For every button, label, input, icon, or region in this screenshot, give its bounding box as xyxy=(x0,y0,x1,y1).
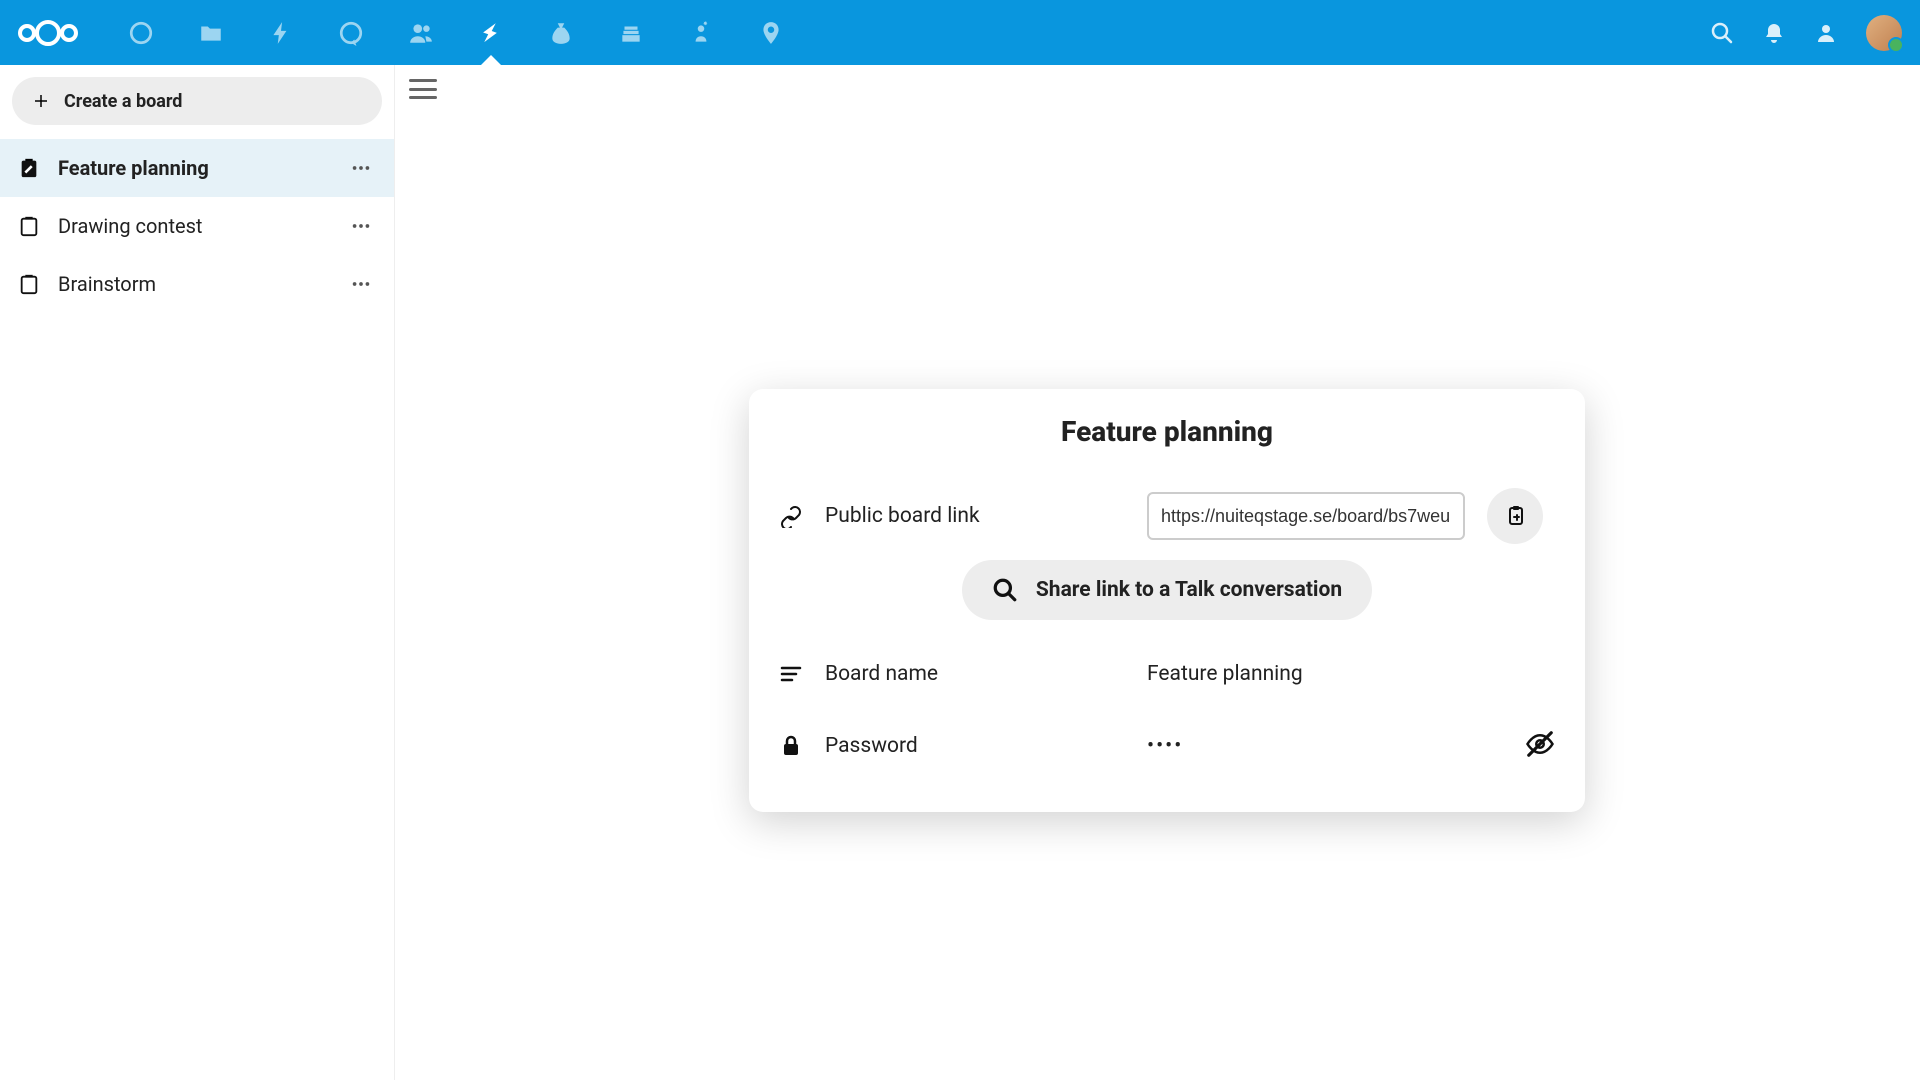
sidebar-board-feature-planning[interactable]: Feature planning xyxy=(0,139,394,197)
board-label: Drawing contest xyxy=(58,214,202,238)
circle-icon xyxy=(128,20,154,46)
public-link-row: Public board link xyxy=(779,486,1555,546)
nav-stack[interactable] xyxy=(596,0,666,65)
nav-maps[interactable] xyxy=(736,0,806,65)
header-right xyxy=(1710,15,1902,51)
share-to-talk-label: Share link to a Talk conversation xyxy=(1036,578,1342,602)
more-icon[interactable] xyxy=(350,157,372,179)
board-settings-dialog: Feature planning Public board link Share… xyxy=(749,389,1585,812)
toggle-password-visibility-button[interactable] xyxy=(1525,729,1555,763)
lock-icon xyxy=(779,734,803,758)
more-icon[interactable] xyxy=(350,273,372,295)
pin-icon xyxy=(758,20,784,46)
nav-finance[interactable] xyxy=(526,0,596,65)
bell-icon[interactable] xyxy=(1762,21,1786,45)
board-label: Feature planning xyxy=(58,156,209,180)
sidebar-board-drawing-contest[interactable]: Drawing contest xyxy=(0,197,394,255)
nav-files[interactable] xyxy=(176,0,246,65)
clipboard-icon xyxy=(18,215,40,237)
eye-off-icon xyxy=(1525,729,1555,759)
public-link-label: Public board link xyxy=(825,504,1125,528)
clipboard-copy-icon xyxy=(1503,504,1527,528)
star-person-icon xyxy=(688,20,714,46)
nav-federation[interactable] xyxy=(666,0,736,65)
clipboard-icon xyxy=(18,273,40,295)
password-value[interactable]: •••• xyxy=(1147,734,1503,758)
folder-icon xyxy=(198,20,224,46)
text-icon xyxy=(779,662,803,686)
search-icon[interactable] xyxy=(1710,21,1734,45)
create-board-button[interactable]: Create a board xyxy=(12,77,382,125)
nextcloud-logo[interactable] xyxy=(18,20,78,46)
app-header xyxy=(0,0,1920,65)
toggle-sidebar-button[interactable] xyxy=(409,79,437,99)
create-board-label: Create a board xyxy=(64,91,182,112)
dialog-title: Feature planning xyxy=(779,415,1555,448)
board-label: Brainstorm xyxy=(58,272,156,296)
nav-dashboard[interactable] xyxy=(106,0,176,65)
moneybag-icon xyxy=(548,20,574,46)
app-nav xyxy=(106,0,806,65)
board-name-label: Board name xyxy=(825,662,1125,686)
copy-link-button[interactable] xyxy=(1487,488,1543,544)
sidebar: Create a board Feature planning Drawing … xyxy=(0,65,395,1080)
password-label: Password xyxy=(825,734,1125,758)
more-icon[interactable] xyxy=(350,215,372,237)
nav-activity[interactable] xyxy=(246,0,316,65)
link-icon xyxy=(779,504,803,528)
share-to-talk-button[interactable]: Share link to a Talk conversation xyxy=(962,560,1372,620)
board-name-row: Board name Feature planning xyxy=(779,644,1555,704)
plus-icon xyxy=(32,92,50,110)
talk-search-icon xyxy=(992,577,1018,603)
nav-deck[interactable] xyxy=(456,0,526,65)
user-avatar[interactable] xyxy=(1866,15,1902,51)
main-area: Feature planning Public board link Share… xyxy=(395,65,1920,1080)
stack-icon xyxy=(618,20,644,46)
sidebar-board-brainstorm[interactable]: Brainstorm xyxy=(0,255,394,313)
contacts-icon[interactable] xyxy=(1814,21,1838,45)
board-name-value[interactable]: Feature planning xyxy=(1147,662,1555,686)
clipboard-icon xyxy=(18,157,40,179)
people-icon xyxy=(408,20,434,46)
deck-icon xyxy=(478,20,504,46)
nav-talk[interactable] xyxy=(316,0,386,65)
talk-icon xyxy=(338,20,364,46)
bolt-icon xyxy=(268,20,294,46)
password-row: Password •••• xyxy=(779,716,1555,776)
public-link-input[interactable] xyxy=(1147,492,1465,540)
nav-contacts[interactable] xyxy=(386,0,456,65)
